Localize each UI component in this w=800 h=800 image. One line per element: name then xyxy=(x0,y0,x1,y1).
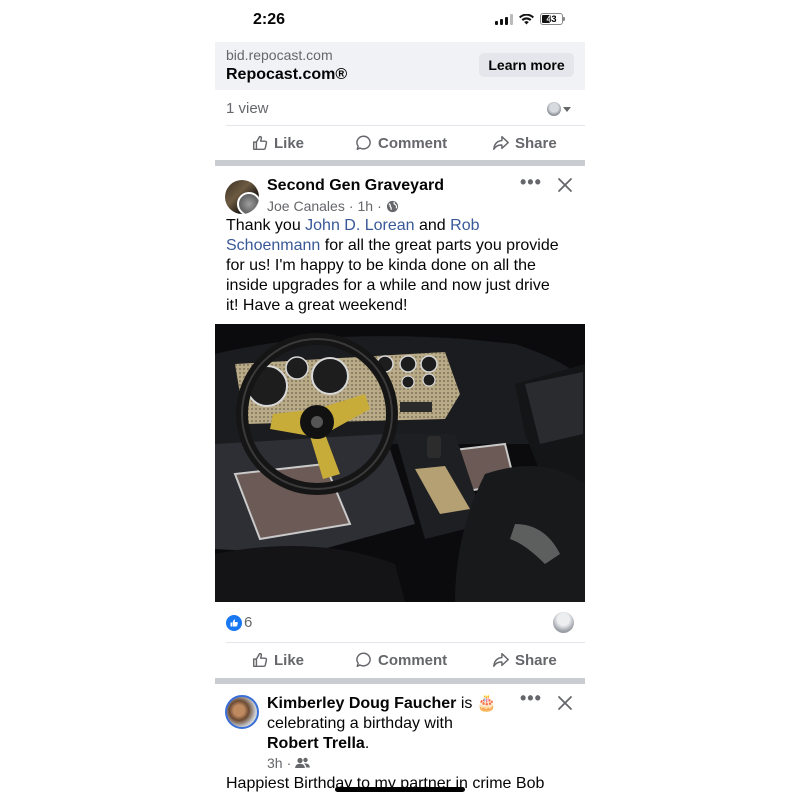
share-label: Share xyxy=(515,134,557,152)
post-text-segment: for all the great parts you provide xyxy=(320,237,559,254)
group-name[interactable]: Second Gen Graveyard xyxy=(267,177,444,195)
reaction-count[interactable]: 6 xyxy=(244,614,252,631)
feed-separator xyxy=(215,678,585,684)
home-indicator[interactable] xyxy=(335,787,465,792)
wifi-icon xyxy=(519,13,534,24)
comment-label: Comment xyxy=(378,134,448,152)
close-icon[interactable] xyxy=(557,177,573,193)
meta-dot: · xyxy=(286,755,292,771)
chevron-down-icon[interactable] xyxy=(563,107,571,112)
post2-header-line: Kimberley Doug Faucher is 🎂 xyxy=(267,694,497,714)
post-text: Thank you John D. Lorean and Rob Schoenm… xyxy=(226,216,578,316)
post-text-line: it! Have a great weekend! xyxy=(226,297,408,314)
mention-link[interactable]: Rob xyxy=(450,217,479,234)
post-text-line: Thank you John D. Lorean and Rob xyxy=(226,216,578,236)
share-button[interactable]: Share xyxy=(492,126,557,160)
reactor-avatar[interactable] xyxy=(553,612,574,633)
comment-button[interactable]: Comment xyxy=(355,126,447,160)
comment-button[interactable]: Comment xyxy=(355,643,447,677)
share-label: Share xyxy=(515,651,557,669)
friends-icon xyxy=(295,757,311,768)
post-text-segment: and xyxy=(414,217,451,234)
thumbs-up-icon xyxy=(252,652,268,668)
share-icon xyxy=(493,652,509,668)
post-text-line: Schoenmann for all the great parts you p… xyxy=(226,236,578,256)
like-button[interactable]: Like xyxy=(251,643,304,677)
ad-title: Repocast.com® xyxy=(226,66,348,83)
post-text-segment: Thank you xyxy=(226,217,306,234)
globe-icon xyxy=(386,200,398,212)
post-meta: Joe Canales · 1h · xyxy=(267,198,399,214)
post2-text-segment: is xyxy=(456,695,477,712)
post-photo[interactable] xyxy=(215,324,585,602)
audience-avatar[interactable] xyxy=(547,102,561,116)
like-label: Like xyxy=(274,134,305,152)
birthday-cake-icon: 🎂 xyxy=(476,695,497,712)
comment-label: Comment xyxy=(378,651,448,669)
post2-meta: 3h · xyxy=(267,755,311,771)
mention-link[interactable]: Schoenmann xyxy=(226,237,320,254)
post2-time[interactable]: 3h xyxy=(267,755,283,771)
group-avatar[interactable] xyxy=(225,180,259,214)
more-options-icon[interactable]: ••• xyxy=(520,688,542,709)
like-label: Like xyxy=(274,651,305,669)
sponsored-link-bar[interactable]: bid.repocast.com Repocast.com® Learn mor… xyxy=(215,42,585,90)
profile-avatar[interactable] xyxy=(225,695,259,729)
status-bar: 2:26 43 xyxy=(215,0,585,40)
post2-with-line: Robert Trella. xyxy=(267,734,369,754)
post2-author[interactable]: Kimberley Doug Faucher xyxy=(267,695,456,712)
more-options-icon[interactable]: ••• xyxy=(520,172,542,193)
like-button[interactable]: Like xyxy=(251,126,304,160)
share-icon xyxy=(493,135,509,151)
meta-dot: · xyxy=(377,198,382,214)
share-button[interactable]: Share xyxy=(492,643,557,677)
cellular-signal-icon xyxy=(495,13,513,25)
post-text-line: inside upgrades for a while and now just… xyxy=(226,277,550,294)
post-text-line: for us! I'm happy to be kinda done on al… xyxy=(226,257,536,274)
post-actions: Like Comment Share xyxy=(215,643,585,677)
battery-icon: 43 xyxy=(540,13,565,25)
reactions-row: 6 xyxy=(215,608,585,640)
battery-level: 43 xyxy=(546,14,557,24)
thumbs-up-icon xyxy=(252,135,268,151)
tagged-friend[interactable]: Robert Trella xyxy=(267,735,365,752)
status-icons: 43 xyxy=(495,13,565,25)
post-time[interactable]: 1h xyxy=(358,198,374,214)
views-row: 1 view xyxy=(215,92,585,126)
post2-celebrating: celebrating a birthday with xyxy=(267,715,453,732)
post-actions-ad: Like Comment Share xyxy=(215,126,585,160)
comment-icon xyxy=(356,652,371,668)
status-time: 2:26 xyxy=(253,11,286,28)
post2-text-segment: . xyxy=(364,735,370,752)
car-interior-image xyxy=(215,324,585,602)
like-reaction-icon[interactable] xyxy=(226,615,242,631)
mention-link[interactable]: John D. Lorean xyxy=(305,217,414,234)
meta-dot: · xyxy=(348,198,354,214)
post-author[interactable]: Joe Canales xyxy=(267,198,345,214)
view-count: 1 view xyxy=(226,100,269,117)
phone-screen: 2:26 43 bid.repocast.com Repocast.com® L… xyxy=(215,0,585,800)
learn-more-button[interactable]: Learn more xyxy=(479,53,574,77)
feed-separator xyxy=(215,160,585,166)
ad-domain: bid.repocast.com xyxy=(226,47,333,63)
close-icon[interactable] xyxy=(557,695,573,711)
comment-icon xyxy=(356,135,371,151)
